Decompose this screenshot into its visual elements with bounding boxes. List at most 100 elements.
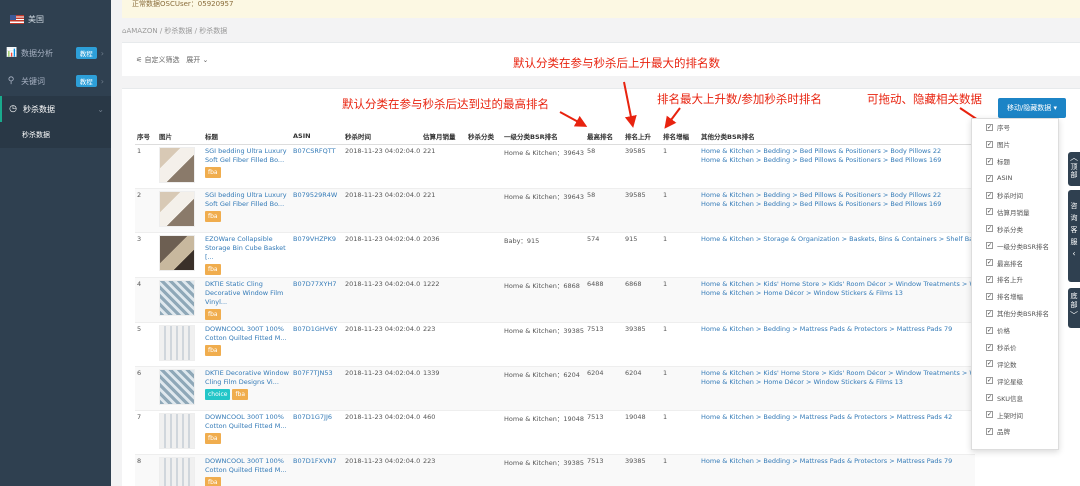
checkbox-icon[interactable]: ✓	[986, 377, 993, 385]
checkbox-icon[interactable]: ✓	[986, 174, 993, 182]
checkbox-icon[interactable]: ✓	[986, 427, 993, 435]
column-header[interactable]: 标题	[203, 128, 291, 145]
product-image-cell	[157, 365, 203, 410]
column-toggle-item[interactable]: ✓ 评论星级	[972, 372, 1058, 389]
product-image[interactable]	[159, 412, 195, 449]
column-toggle-item[interactable]: ✓ 品牌	[972, 423, 1058, 440]
column-visibility-menu: ✓ 序号 ✓ 图片 ✓ 标题 ✓ ASIN ✓ 秒杀时间 ✓ 估算月销量 ✓ 秒杀分类 ✓ 一级分类BSR排名…	[971, 118, 1059, 450]
product-image[interactable]	[159, 279, 195, 316]
checkbox-icon[interactable]: ✓	[986, 394, 993, 402]
column-toggle-item[interactable]: ✓ 其他分类BSR排名	[972, 305, 1058, 322]
asin-link[interactable]: B079529R4W	[291, 187, 343, 232]
column-header[interactable]: 最高排名	[585, 128, 623, 145]
customer-service-tab[interactable]: 咨询客服 ‹	[1068, 190, 1080, 282]
other-category-ranks[interactable]: Home & Kitchen > Bedding > Bed Pillows &…	[699, 187, 975, 232]
column-header[interactable]: 排名上升	[623, 128, 661, 145]
column-toggle-item[interactable]: ✓ 秒杀分类	[972, 220, 1058, 237]
asin-link[interactable]: B07D1FXVN7	[291, 453, 343, 486]
column-header[interactable]: 其他分类BSR排名	[699, 128, 975, 145]
product-image[interactable]	[159, 190, 195, 227]
checkbox-icon[interactable]: ✓	[986, 309, 993, 317]
rank-rise: 6204	[623, 365, 661, 410]
column-header[interactable]: 序号	[135, 128, 157, 145]
column-toggle-item[interactable]: ✓ 价格	[972, 322, 1058, 339]
rank-increase: 1	[661, 276, 699, 322]
checkbox-icon[interactable]: ✓	[986, 275, 993, 283]
back-to-bottom-tab[interactable]: 底部 ﹀	[1068, 288, 1080, 328]
product-image[interactable]	[159, 324, 195, 361]
column-header[interactable]: 秒杀时间	[343, 128, 421, 145]
checkbox-icon[interactable]: ✓	[986, 140, 993, 148]
other-category-ranks[interactable]: Home & Kitchen > Bedding > Bed Pillows &…	[699, 143, 975, 188]
other-category-ranks[interactable]: Home & Kitchen > Kids' Home Store > Kids…	[699, 365, 975, 410]
asin-link[interactable]: B07D1G7JJ6	[291, 409, 343, 454]
asin-link[interactable]: B07F7TJN53	[291, 365, 343, 410]
other-category-ranks[interactable]: Home & Kitchen > Storage & Organization …	[699, 231, 975, 277]
flash-sale-time: 2018-11-23 04:02:04.0	[343, 143, 421, 188]
column-header[interactable]: 估算月销量	[421, 128, 466, 145]
product-title-link[interactable]: SGI bedding Ultra Luxury Soft Gel Fiber …	[205, 147, 289, 165]
column-toggle-item[interactable]: ✓ 秒杀时间	[972, 187, 1058, 204]
asin-link[interactable]: B07CSRFQTT	[291, 143, 343, 188]
checkbox-icon[interactable]: ✓	[986, 157, 993, 165]
rank-rise: 39585	[623, 187, 661, 232]
product-image[interactable]	[159, 234, 195, 271]
checkbox-icon[interactable]: ✓	[986, 225, 993, 233]
column-toggle-item[interactable]: ✓ SKU信息	[972, 389, 1058, 406]
tag-badge: fba	[205, 210, 221, 222]
asin-link[interactable]: B07D77XYH7	[291, 276, 343, 322]
checkbox-icon[interactable]: ✓	[986, 292, 993, 300]
column-toggle-item[interactable]: ✓ 秒杀价	[972, 339, 1058, 356]
chevron-up-icon: ︿	[1070, 153, 1078, 162]
column-toggle-item[interactable]: ✓ 最高排名	[972, 254, 1058, 271]
column-header[interactable]: 排名增幅	[661, 128, 699, 145]
checkbox-icon[interactable]: ✓	[986, 208, 993, 216]
checkbox-icon[interactable]: ✓	[986, 242, 993, 250]
flash-sale-category	[466, 409, 502, 454]
product-title-link[interactable]: DKTIE Decorative Window Cling Film Desig…	[205, 369, 289, 387]
checkbox-icon[interactable]: ✓	[986, 259, 993, 267]
column-toggle-item[interactable]: ✓ ASIN	[972, 170, 1058, 187]
move-hide-columns-button[interactable]: 移动/隐藏数据 ▾	[998, 98, 1066, 118]
checkbox-icon[interactable]: ✓	[986, 191, 993, 199]
asin-link[interactable]: B079VHZPK9	[291, 231, 343, 277]
back-to-top-tab[interactable]: ︿ 顶部	[1068, 152, 1080, 186]
product-title-link[interactable]: DOWNCOOL 300T 100% Cotton Quilted Fitted…	[205, 457, 289, 475]
column-toggle-item[interactable]: ✓ 评论数	[972, 355, 1058, 372]
column-header[interactable]: ASIN	[291, 128, 343, 145]
asin-link[interactable]: B07D1GHV6Y	[291, 321, 343, 366]
checkbox-icon[interactable]: ✓	[986, 326, 993, 334]
product-title-link[interactable]: DOWNCOOL 300T 100% Cotton Quilted Fitted…	[205, 325, 289, 343]
product-image[interactable]	[159, 146, 195, 183]
column-toggle-item[interactable]: ✓ 排名上升	[972, 271, 1058, 288]
checkbox-icon[interactable]: ✓	[986, 343, 993, 351]
other-category-ranks[interactable]: Home & Kitchen > Kids' Home Store > Kids…	[699, 276, 975, 322]
flash-sale-time: 2018-11-23 04:02:04.0	[343, 365, 421, 410]
flash-sale-time: 2018-11-23 04:02:04.0	[343, 187, 421, 232]
other-category-ranks[interactable]: Home & Kitchen > Bedding > Mattress Pads…	[699, 453, 975, 486]
column-toggle-item[interactable]: ✓ 上架时间	[972, 406, 1058, 423]
product-title-link[interactable]: DOWNCOOL 300T 100% Cotton Quilted Fitted…	[205, 413, 289, 431]
column-toggle-item[interactable]: ✓ 图片	[972, 136, 1058, 153]
column-toggle-item[interactable]: ✓ 序号	[972, 119, 1058, 136]
checkbox-icon[interactable]: ✓	[986, 411, 993, 419]
other-category-ranks[interactable]: Home & Kitchen > Bedding > Mattress Pads…	[699, 409, 975, 454]
column-header[interactable]: 秒杀分类	[466, 128, 502, 145]
product-image[interactable]	[159, 456, 195, 486]
checkbox-icon[interactable]: ✓	[986, 360, 993, 368]
column-header[interactable]: 一级分类BSR排名	[502, 128, 585, 145]
column-toggle-item[interactable]: ✓ 一级分类BSR排名	[972, 237, 1058, 254]
product-title-link[interactable]: SGI bedding Ultra Luxury Soft Gel Fiber …	[205, 191, 289, 209]
arrow-to-highest-rank	[559, 111, 588, 127]
highest-rank: 7513	[585, 321, 623, 366]
column-toggle-item[interactable]: ✓ 估算月销量	[972, 203, 1058, 220]
table-row: 1 SGI bedding Ultra Luxury Soft Gel Fiber…	[135, 143, 975, 188]
column-header[interactable]: 图片	[157, 128, 203, 145]
column-toggle-item[interactable]: ✓ 标题	[972, 153, 1058, 170]
other-category-ranks[interactable]: Home & Kitchen > Bedding > Mattress Pads…	[699, 321, 975, 366]
checkbox-icon[interactable]: ✓	[986, 123, 993, 131]
product-title-link[interactable]: EZOWare Collapsible Storage Bin Cube Bas…	[205, 235, 289, 262]
column-toggle-item[interactable]: ✓ 排名增幅	[972, 288, 1058, 305]
product-title-link[interactable]: DKTIE Static Cling Decorative Window Fil…	[205, 280, 289, 307]
product-image[interactable]	[159, 368, 195, 405]
